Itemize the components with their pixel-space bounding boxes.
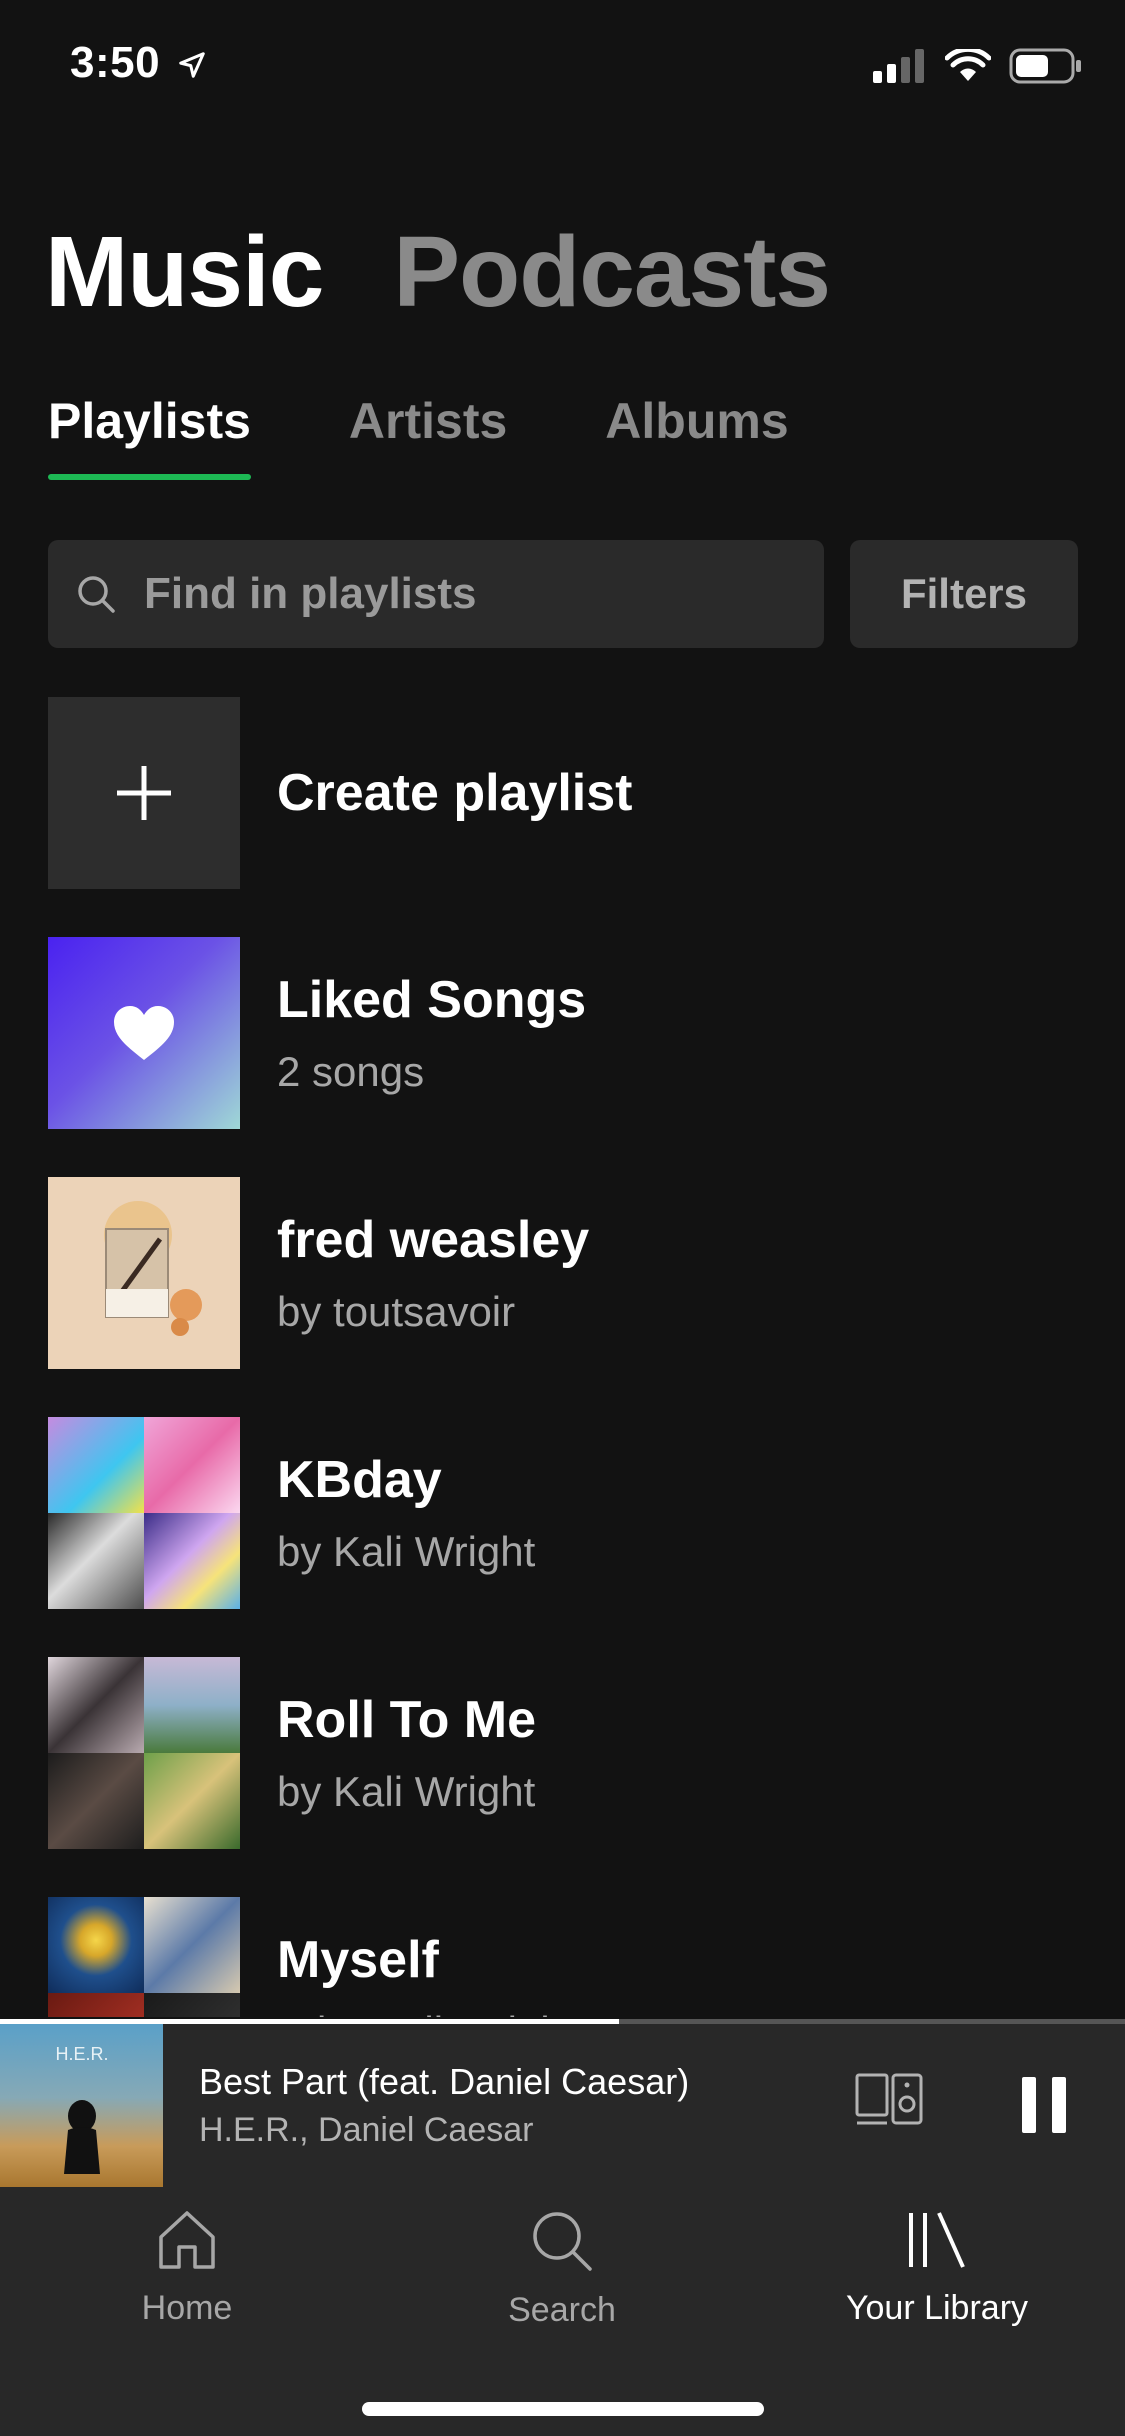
- search-placeholder: Find in playlists: [144, 569, 477, 618]
- tab-music[interactable]: Music: [45, 215, 324, 330]
- library-icon: [909, 2212, 965, 2268]
- list-item-title: Myself: [277, 1931, 439, 1989]
- nav-search[interactable]: Search: [412, 2209, 712, 2330]
- search-icon: [78, 576, 115, 613]
- list-item-roll-to-me[interactable]: Roll To Me by Kali Wright: [48, 1657, 1078, 1849]
- list-item-myself[interactable]: Myself by Kali Wright: [48, 1897, 1078, 2017]
- list-item-subtitle: by Kali Wright: [277, 1528, 536, 1575]
- kbday-cover: [48, 1417, 240, 1609]
- list-item-kbday[interactable]: KBday by Kali Wright: [48, 1417, 1078, 1609]
- cover-tile: [144, 1417, 240, 1513]
- list-item-text: Liked Songs 2 songs: [277, 970, 586, 1096]
- list-item-text: fred weasley by toutsavoir: [277, 1210, 589, 1336]
- list-item-text: Myself by Kali Wright: [277, 1930, 575, 2017]
- now-playing-artwork: H.E.R.: [0, 2024, 163, 2187]
- list-item-create-playlist[interactable]: Create playlist: [48, 697, 1078, 889]
- cover-tile: [144, 1993, 240, 2017]
- playback-progress: [0, 2019, 1125, 2024]
- create-playlist-thumb: [48, 697, 240, 889]
- status-bar: 3:50: [0, 0, 1125, 130]
- list-item-subtitle-text: by Kali Wright: [317, 2008, 575, 2017]
- cover-tile: [48, 1897, 144, 1993]
- cover-tile: [144, 1657, 240, 1753]
- myself-cover: [48, 1897, 240, 2017]
- cover-tile: [48, 1657, 144, 1753]
- bottom-tab-bar: Home Search Your Library: [0, 2187, 1125, 2436]
- pause-icon: [1052, 2077, 1066, 2133]
- list-item-subtitle: by toutsavoir: [277, 1288, 516, 1335]
- nav-your-library[interactable]: Your Library: [787, 2209, 1087, 2328]
- list-item-liked-songs[interactable]: Liked Songs 2 songs: [48, 937, 1078, 1129]
- devices-button[interactable]: [855, 2071, 923, 2132]
- search-icon: [533, 2212, 592, 2271]
- cover-tile: [48, 1513, 144, 1609]
- tab-podcasts[interactable]: Podcasts: [393, 215, 831, 330]
- roll-to-me-cover: [48, 1657, 240, 1849]
- nav-home[interactable]: Home: [37, 2209, 337, 2328]
- status-time: 3:50: [70, 38, 207, 88]
- subtab-albums[interactable]: Albums: [605, 392, 788, 480]
- nav-home-label: Home: [141, 2289, 233, 2327]
- nav-your-library-label: Your Library: [845, 2289, 1029, 2327]
- home-indicator: [362, 2402, 764, 2416]
- search-input[interactable]: Find in playlists: [48, 540, 824, 648]
- nav-search-label: Search: [508, 2291, 616, 2329]
- wifi-icon: [945, 49, 991, 81]
- pause-icon: [1022, 2077, 1036, 2133]
- fred-weasley-cover: [48, 1177, 240, 1369]
- cover-tile: [48, 1993, 144, 2017]
- list-item-subtitle: 2 songs: [277, 1048, 425, 1095]
- status-icons: [873, 48, 1083, 84]
- pause-button[interactable]: [1022, 2077, 1066, 2133]
- list-item-text: Create playlist: [277, 763, 633, 823]
- list-item-text: KBday by Kali Wright: [277, 1450, 535, 1576]
- plus-icon: [117, 766, 171, 820]
- subtab-playlists[interactable]: Playlists: [48, 392, 251, 480]
- filters-button[interactable]: Filters: [850, 540, 1078, 648]
- status-time-text: 3:50: [70, 38, 161, 87]
- home-icon: [159, 2211, 215, 2269]
- signal-icon: [873, 49, 924, 83]
- cover-tile: [144, 1897, 240, 1993]
- svg-text:H.E.R.: H.E.R.: [55, 2044, 108, 2064]
- now-playing-bar[interactable]: H.E.R. Best Part (feat. Daniel Caesar) H…: [0, 2019, 1125, 2187]
- cover-tile: [48, 1417, 144, 1513]
- cover-tile: [144, 1753, 240, 1849]
- list-item-title: Liked Songs: [277, 971, 587, 1029]
- battery-icon: [1009, 48, 1081, 84]
- list-item-title: fred weasley: [277, 1211, 590, 1269]
- cover-art-image: [48, 1177, 240, 1369]
- now-playing-title: Best Part (feat. Daniel Caesar): [199, 2061, 690, 2102]
- heart-icon: [114, 1006, 174, 1060]
- list-item-title: Roll To Me: [277, 1691, 537, 1749]
- list-item-text: Roll To Me by Kali Wright: [277, 1690, 536, 1816]
- search-row: Find in playlists Filters: [48, 540, 1078, 648]
- album-art-image: H.E.R.: [55, 2044, 109, 2174]
- header-tabs: Music Podcasts: [45, 215, 831, 330]
- now-playing-artist: H.E.R., Daniel Caesar: [199, 2111, 534, 2149]
- list-item-title: KBday: [277, 1451, 442, 1509]
- subtab-artists[interactable]: Artists: [349, 392, 507, 480]
- list-item-fred-weasley[interactable]: fred weasley by toutsavoir: [48, 1177, 1078, 1369]
- devices-icon: [855, 2073, 923, 2125]
- list-item-subtitle: by Kali Wright: [277, 2008, 575, 2017]
- cover-tile: [144, 1513, 240, 1609]
- cover-tile: [48, 1753, 144, 1849]
- playlist-list: Create playlist Liked Songs 2 songs fred…: [48, 697, 1078, 2017]
- list-item-title: Create playlist: [277, 764, 633, 822]
- liked-songs-thumb: [48, 937, 240, 1129]
- list-item-subtitle: by Kali Wright: [277, 1768, 536, 1815]
- sub-tabs: Playlists Artists Albums: [48, 392, 789, 480]
- location-arrow-icon: [179, 52, 205, 79]
